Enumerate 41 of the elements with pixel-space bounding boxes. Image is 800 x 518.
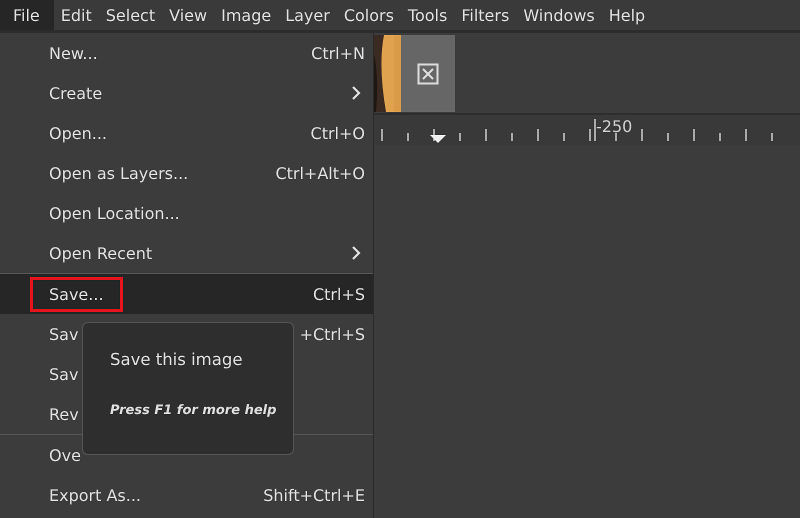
tooltip-title: Save this image bbox=[110, 350, 244, 369]
tooltip-hint: Press F1 for more help bbox=[110, 403, 278, 418]
menu-title[interactable]: Image bbox=[214, 0, 278, 30]
menu-item[interactable]: Create bbox=[0, 73, 373, 113]
image-tab[interactable] bbox=[374, 35, 455, 112]
menu-item-label: Export As... bbox=[49, 486, 141, 504]
shortcut-label: Ctrl+S bbox=[312, 284, 365, 304]
menu-title[interactable]: Help bbox=[602, 0, 652, 30]
shortcut-label: Shift+Ctrl+E bbox=[263, 486, 365, 504]
menu-title[interactable]: Colors bbox=[336, 0, 401, 30]
menu-title[interactable]: Tools bbox=[400, 0, 454, 30]
shortcut-label: Ctrl+N bbox=[311, 44, 365, 62]
menu-item-label: Open as Layers... bbox=[49, 164, 188, 182]
menu-item[interactable]: New... Ctrl+N bbox=[0, 33, 373, 73]
menu-item-label: Save... bbox=[30, 276, 123, 312]
menu-title[interactable]: View bbox=[162, 0, 214, 30]
menu-title[interactable]: Select bbox=[98, 0, 162, 30]
menu-item[interactable]: Export As... Shift+Ctrl+E bbox=[0, 475, 373, 515]
close-icon[interactable] bbox=[417, 62, 439, 84]
menu-item-label: Ove bbox=[49, 446, 81, 464]
menu-item[interactable]: Save... Ctrl+S bbox=[0, 274, 373, 314]
menu-title[interactable]: Filters bbox=[454, 0, 516, 30]
ruler-label: -250 bbox=[596, 117, 632, 136]
menu-item-label: Create bbox=[49, 84, 102, 102]
menu-title[interactable]: Windows bbox=[516, 0, 602, 30]
menu-title[interactable]: Edit bbox=[54, 0, 99, 30]
menu-item-label: Open Location... bbox=[49, 204, 180, 222]
shortcut-label: +Ctrl+S bbox=[300, 324, 365, 344]
menu-title[interactable]: Layer bbox=[278, 0, 337, 30]
menu-item-label: Open Recent bbox=[49, 244, 152, 262]
menu-item-label: New... bbox=[49, 44, 98, 62]
menu-title[interactable]: File bbox=[0, 0, 54, 30]
menu-item-label: Open... bbox=[49, 124, 107, 142]
menu-item[interactable]: Open as Layers... Ctrl+Alt+O bbox=[0, 153, 373, 193]
menu-item[interactable]: Open Location... bbox=[0, 193, 373, 233]
menu-item-label: Sav bbox=[49, 324, 78, 344]
menu-item[interactable]: Open Recent bbox=[0, 233, 373, 273]
shortcut-label: Ctrl+O bbox=[310, 124, 365, 142]
shortcut-label: Ctrl+Alt+O bbox=[275, 164, 365, 182]
menu-item[interactable]: Open... Ctrl+O bbox=[0, 113, 373, 153]
pointer-marker-icon bbox=[430, 135, 446, 143]
